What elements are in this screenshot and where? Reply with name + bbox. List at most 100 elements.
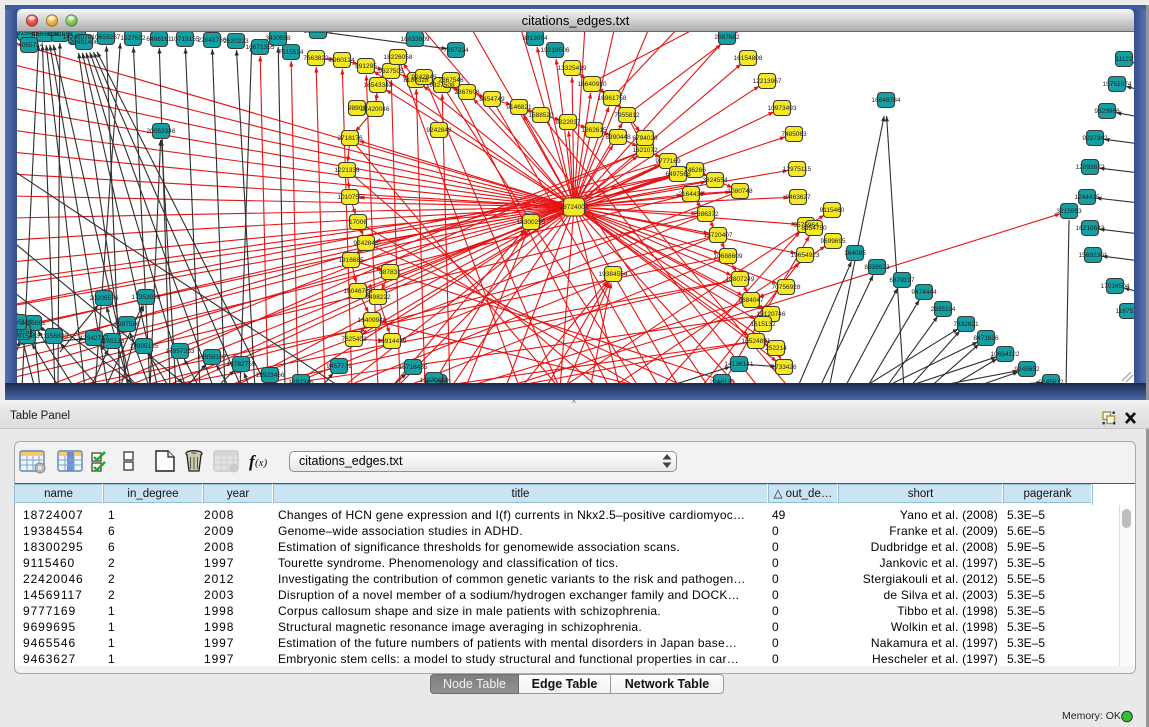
svg-text:7515524: 7515524 bbox=[278, 49, 304, 56]
svg-text:9245612: 9245612 bbox=[1038, 379, 1064, 383]
svg-text:16543342: 16543342 bbox=[364, 82, 393, 89]
svg-text:887831: 887831 bbox=[379, 269, 401, 276]
svg-text:7485063: 7485063 bbox=[781, 131, 807, 138]
svg-text:98901: 98901 bbox=[348, 105, 366, 112]
svg-text:8322037: 8322037 bbox=[555, 119, 581, 126]
svg-text:7357224: 7357224 bbox=[443, 47, 469, 54]
svg-text:(x): (x) bbox=[255, 457, 268, 469]
svg-text:1615132: 1615132 bbox=[750, 321, 776, 328]
svg-text:19958107: 19958107 bbox=[198, 354, 227, 361]
svg-text:6794028: 6794028 bbox=[632, 135, 658, 142]
svg-text:1145133: 1145133 bbox=[100, 338, 125, 345]
svg-text:9777169: 9777169 bbox=[655, 158, 681, 165]
svg-text:19218506: 19218506 bbox=[541, 47, 570, 54]
svg-text:1527602: 1527602 bbox=[120, 35, 146, 42]
svg-text:9684047: 9684047 bbox=[738, 297, 764, 304]
svg-text:10688609: 10688609 bbox=[714, 253, 743, 260]
svg-text:1010755: 1010755 bbox=[337, 194, 363, 201]
svg-text:11122: 11122 bbox=[1115, 56, 1132, 63]
svg-text:9329966: 9329966 bbox=[1094, 108, 1120, 115]
svg-text:7625402: 7625402 bbox=[341, 336, 367, 343]
svg-text:1221338: 1221338 bbox=[334, 167, 360, 174]
svg-text:9227342: 9227342 bbox=[1082, 135, 1108, 142]
svg-text:1733426: 1733426 bbox=[771, 364, 797, 371]
svg-text:18724007: 18724007 bbox=[560, 204, 589, 211]
svg-text:8471626: 8471626 bbox=[973, 335, 999, 342]
svg-text:9498222: 9498222 bbox=[365, 294, 391, 301]
svg-text:2946120: 2946120 bbox=[709, 379, 735, 383]
svg-text:7632621: 7632621 bbox=[953, 321, 979, 328]
svg-text:16524851: 16524851 bbox=[742, 338, 771, 345]
svg-text:7955812: 7955812 bbox=[614, 112, 640, 119]
svg-text:1588520: 1588520 bbox=[528, 112, 554, 119]
svg-text:1621072: 1621072 bbox=[632, 147, 658, 154]
svg-text:20555120: 20555120 bbox=[17, 319, 33, 326]
svg-text:10653267: 10653267 bbox=[92, 34, 121, 41]
svg-text:7386372: 7386372 bbox=[693, 211, 719, 218]
svg-text:16961758: 16961758 bbox=[598, 95, 627, 102]
svg-text:9242845: 9242845 bbox=[411, 74, 437, 81]
svg-text:20053346: 20053346 bbox=[147, 128, 176, 135]
svg-text:2867546: 2867546 bbox=[438, 77, 464, 84]
svg-text:16033809: 16033809 bbox=[401, 36, 430, 43]
svg-text:16640910: 16640910 bbox=[578, 81, 607, 88]
svg-text:13325419: 13325419 bbox=[558, 65, 587, 72]
svg-text:15716485: 15716485 bbox=[399, 364, 428, 371]
svg-text:16154808: 16154808 bbox=[734, 55, 763, 62]
svg-text:8454749: 8454749 bbox=[479, 96, 505, 103]
svg-text:18300295: 18300295 bbox=[517, 219, 546, 226]
svg-text:252214: 252214 bbox=[765, 345, 787, 352]
svg-text:15751074: 15751074 bbox=[1103, 81, 1132, 88]
svg-text:9457771: 9457771 bbox=[326, 363, 352, 370]
svg-text:8960124: 8960124 bbox=[329, 57, 355, 64]
svg-text:1244415: 1244415 bbox=[1074, 194, 1100, 201]
svg-text:1362615: 1362615 bbox=[581, 127, 607, 134]
svg-text:18807249: 18807249 bbox=[726, 276, 755, 283]
svg-text:9463627: 9463627 bbox=[785, 194, 811, 201]
svg-text:8938923: 8938923 bbox=[864, 264, 890, 271]
svg-text:13270483: 13270483 bbox=[420, 377, 449, 383]
svg-text:12093872: 12093872 bbox=[1076, 164, 1105, 171]
svg-text:10654122: 10654122 bbox=[991, 351, 1020, 358]
svg-text:6879197: 6879197 bbox=[889, 277, 915, 284]
svg-text:10973493: 10973493 bbox=[768, 105, 797, 112]
svg-text:9397586: 9397586 bbox=[114, 321, 140, 328]
svg-text:746266: 746266 bbox=[684, 167, 706, 174]
svg-text:8954750: 8954750 bbox=[801, 225, 827, 232]
svg-text:7663822: 7663822 bbox=[303, 55, 329, 62]
svg-text:9245652: 9245652 bbox=[1014, 366, 1040, 373]
svg-text:993154: 993154 bbox=[17, 329, 33, 336]
svg-text:14136141: 14136141 bbox=[725, 361, 754, 368]
svg-text:1916685: 1916685 bbox=[338, 257, 364, 264]
svg-text:164095: 164095 bbox=[844, 250, 866, 257]
svg-text:2718176: 2718176 bbox=[337, 135, 363, 142]
svg-text:9146821: 9146821 bbox=[506, 104, 532, 111]
svg-text:16914479: 16914479 bbox=[378, 338, 407, 345]
svg-text:24055714: 24055714 bbox=[17, 42, 44, 49]
svg-text:16648784: 16648784 bbox=[872, 97, 901, 104]
svg-text:8990448: 8990448 bbox=[605, 134, 631, 141]
svg-text:16671355: 16671355 bbox=[246, 44, 275, 51]
svg-text:16782759: 16782759 bbox=[227, 361, 256, 368]
svg-text:70756928: 70756928 bbox=[772, 284, 801, 291]
svg-text:9242848: 9242848 bbox=[426, 127, 452, 134]
svg-text:2887682: 2887682 bbox=[714, 34, 740, 41]
svg-text:3430558: 3430558 bbox=[265, 35, 291, 42]
svg-text:17957253: 17957253 bbox=[166, 348, 195, 355]
svg-text:17016504: 17016504 bbox=[1101, 283, 1130, 290]
svg-text:19384554: 19384554 bbox=[599, 271, 628, 278]
svg-text:9327505: 9327505 bbox=[378, 68, 404, 75]
svg-text:9474444: 9474444 bbox=[911, 289, 937, 296]
svg-text:3215953: 3215953 bbox=[1056, 208, 1082, 215]
svg-text:9242848: 9242848 bbox=[353, 240, 379, 247]
svg-text:9699695: 9699695 bbox=[820, 238, 846, 245]
svg-text:891295: 891295 bbox=[355, 63, 377, 70]
svg-text:12923466: 12923466 bbox=[256, 372, 285, 379]
svg-text:17353928: 17353928 bbox=[132, 294, 161, 301]
svg-text:18226058: 18226058 bbox=[384, 54, 413, 61]
svg-text:2867608: 2867608 bbox=[454, 89, 480, 96]
svg-text:12213967: 12213967 bbox=[753, 78, 782, 85]
svg-text:15692301: 15692301 bbox=[1079, 252, 1108, 259]
svg-text:2935114: 2935114 bbox=[931, 306, 956, 313]
svg-text:2164436: 2164436 bbox=[678, 191, 704, 198]
